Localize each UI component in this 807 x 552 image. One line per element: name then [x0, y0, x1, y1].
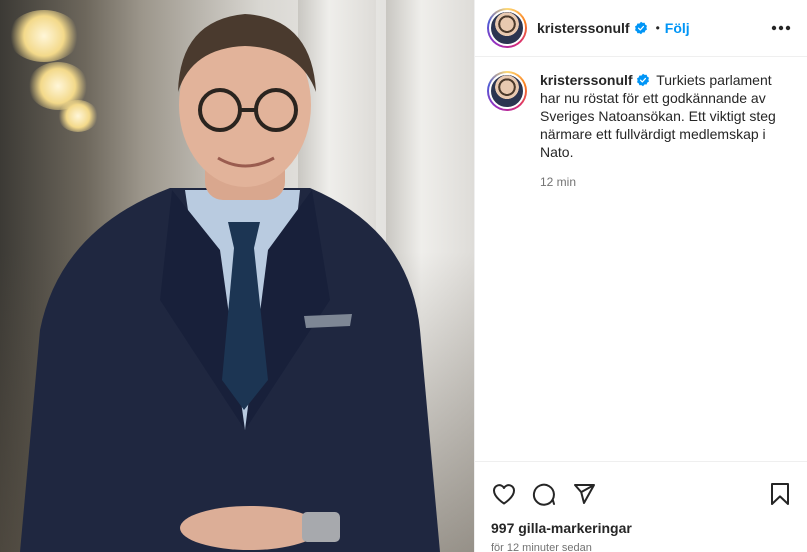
person-figure — [20, 14, 440, 552]
post-caption: kristerssonulf Turkiets parlament har nu… — [475, 57, 807, 191]
post-date[interactable]: för 12 minuter sedan — [475, 536, 807, 552]
follow-button[interactable]: Följ — [665, 20, 690, 36]
send-icon[interactable] — [571, 481, 597, 507]
heart-icon[interactable] — [491, 481, 517, 507]
post-header: kristerssonulf • Följ — [475, 0, 807, 57]
author-username[interactable]: kristerssonulf — [537, 20, 630, 36]
action-bar — [475, 462, 807, 514]
post-photo[interactable] — [0, 0, 474, 552]
like-count[interactable]: 997 gilla-markeringar — [475, 514, 807, 536]
caption-author-avatar[interactable] — [487, 71, 527, 111]
separator-dot: • — [655, 21, 660, 35]
post-panel: kristerssonulf • Följ kristerssonulf Tur… — [474, 0, 807, 552]
author-avatar[interactable] — [487, 8, 527, 48]
verified-badge-icon — [634, 21, 647, 35]
caption-timestamp[interactable]: 12 min — [540, 173, 790, 191]
post-footer: 997 gilla-markeringar för 12 minuter sed… — [475, 461, 807, 552]
caption-username[interactable]: kristerssonulf — [540, 72, 633, 88]
bookmark-icon[interactable] — [767, 481, 793, 507]
verified-badge-icon — [636, 73, 649, 87]
comment-icon[interactable] — [531, 481, 557, 507]
more-horizontal-icon[interactable] — [769, 16, 793, 40]
